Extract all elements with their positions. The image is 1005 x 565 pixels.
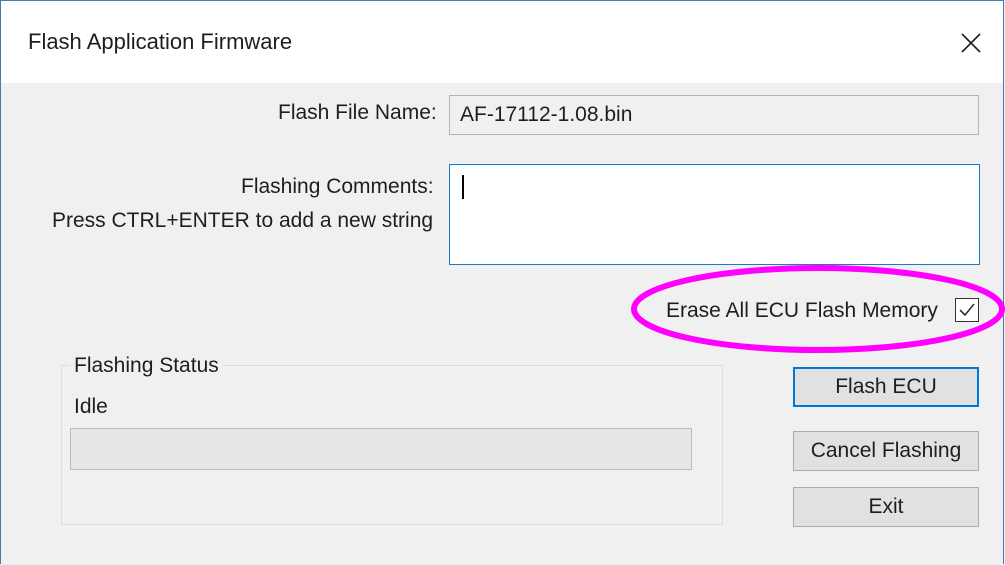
close-icon (961, 33, 981, 53)
text-caret (462, 175, 464, 199)
file-name-field[interactable]: AF-17112-1.08.bin (449, 95, 979, 135)
erase-memory-label: Erase All ECU Flash Memory (666, 299, 938, 322)
flash-ecu-button[interactable]: Flash ECU (793, 367, 979, 407)
cancel-flashing-button[interactable]: Cancel Flashing (793, 431, 979, 471)
flashing-status-title: Flashing Status (70, 354, 224, 378)
exit-button[interactable]: Exit (793, 487, 979, 527)
title-bar[interactable]: Flash Application Firmware (1, 1, 1003, 83)
flash-firmware-dialog: Flash Application Firmware Flash File Na… (0, 0, 1005, 564)
erase-memory-checkbox[interactable] (955, 298, 979, 322)
window-title: Flash Application Firmware (28, 29, 293, 54)
comments-input[interactable] (449, 164, 980, 265)
comments-label: Flashing Comments: (241, 175, 434, 198)
file-name-label: Flash File Name: (278, 101, 437, 124)
comments-hint: Press CTRL+ENTER to add a new string (52, 209, 434, 232)
progress-bar (70, 428, 692, 470)
checkmark-icon (959, 303, 975, 317)
close-button[interactable] (947, 19, 993, 65)
status-text: Idle (74, 395, 108, 418)
